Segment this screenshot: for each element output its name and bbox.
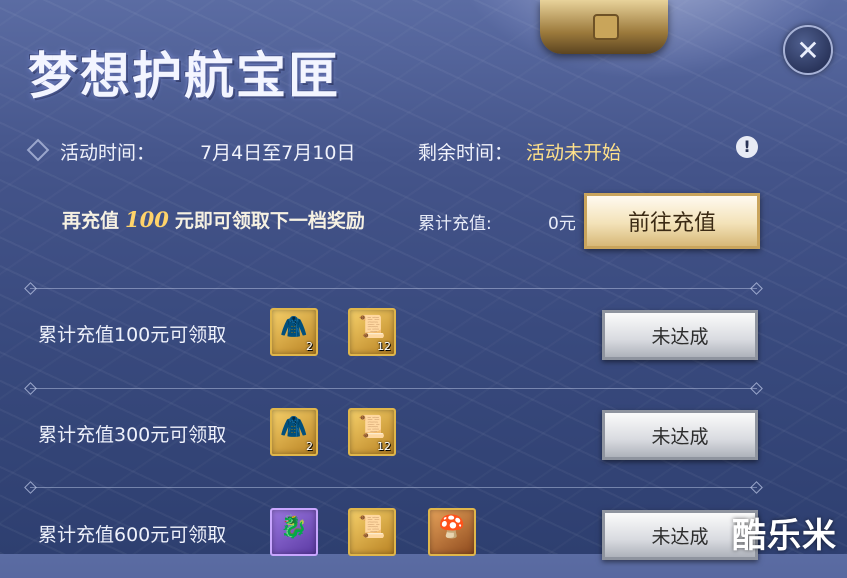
cumulative-value: 0元 [548, 214, 576, 234]
info-icon[interactable]: ! [736, 136, 758, 158]
panel-title: 梦想护航宝匣 [28, 46, 340, 105]
reward-count: 2 [306, 340, 313, 353]
divider [30, 487, 757, 488]
tier-label: 累计充值300元可领取 [38, 424, 227, 446]
diamond-bullet-icon [26, 138, 50, 162]
promo-suffix: 元即可领取下一档奖励 [174, 210, 365, 232]
scroll-icon[interactable]: 📜 12 [348, 408, 396, 456]
mount-icon[interactable]: 🐉 [270, 508, 318, 556]
chest-lock-icon [593, 14, 619, 40]
activity-time-label: 活动时间： [60, 142, 156, 164]
cumulative-label: 累计充值: [418, 214, 492, 234]
activity-info-row: 活动时间： 7月4日至7月10日 剩余时间： 活动未开始 ! [26, 136, 767, 164]
jade-armor-icon[interactable]: 🧥 2 [270, 408, 318, 456]
scroll-icon[interactable]: 📜 [348, 508, 396, 556]
reward-count: 2 [306, 440, 313, 453]
watermark: 酷乐米 [732, 516, 837, 556]
remaining-time-label: 剩余时间： [418, 142, 514, 164]
remaining-time-value: 活动未开始 [526, 142, 622, 164]
tier-label: 累计充值100元可领取 [38, 324, 227, 346]
close-icon: ✕ [796, 33, 820, 67]
activity-time-value: 7月4日至7月10日 [200, 142, 356, 164]
reward-tier-1: 累计充值100元可领取 🧥 2 📜 12 未达成 [0, 298, 847, 378]
claim-status-button[interactable]: 未达成 [602, 310, 758, 360]
mushroom-icon[interactable]: 🍄 [428, 508, 476, 556]
recharge-button[interactable]: 前往充值 [584, 193, 760, 249]
scroll-icon[interactable]: 📜 12 [348, 308, 396, 356]
divider [30, 288, 757, 289]
promo-prefix: 再充值 [62, 210, 120, 232]
claim-status-button[interactable]: 未达成 [602, 410, 758, 460]
reward-count: 12 [377, 440, 391, 453]
reward-count: 12 [377, 340, 391, 353]
close-button[interactable]: ✕ [783, 25, 833, 75]
reward-tier-3: 累计充值600元可领取 🐉 📜 🍄 未达成 [0, 498, 847, 578]
promo-text: 再充值 100 元即可领取下一档奖励 [62, 206, 365, 233]
tier-label: 累计充值600元可领取 [38, 524, 227, 546]
promo-amount: 100 [125, 207, 169, 232]
treasure-chest-icon [540, 0, 668, 54]
reward-tier-2: 累计充值300元可领取 🧥 2 📜 12 未达成 [0, 398, 847, 478]
jade-armor-icon[interactable]: 🧥 2 [270, 308, 318, 356]
divider [30, 388, 757, 389]
